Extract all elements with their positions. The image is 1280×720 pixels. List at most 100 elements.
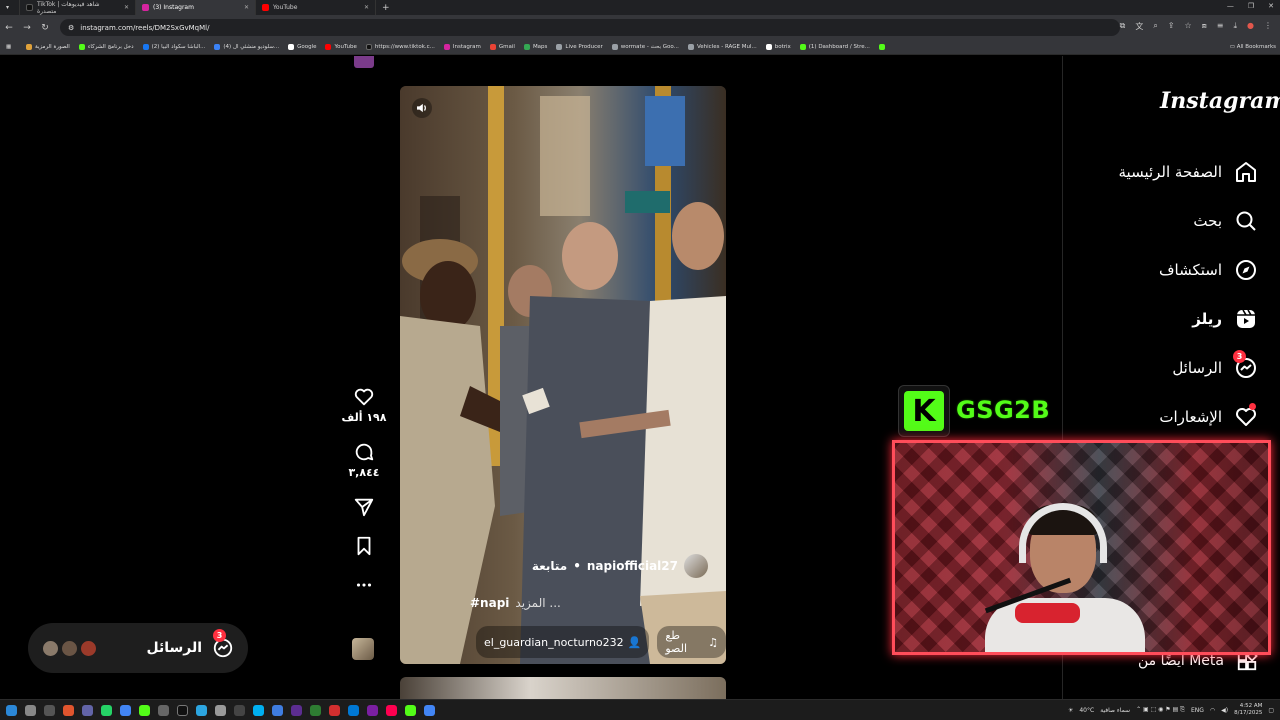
- bookmark-item[interactable]: Maps: [523, 44, 547, 50]
- sound-icon[interactable]: [412, 98, 432, 118]
- notifications-icon[interactable]: ▢: [1268, 707, 1274, 714]
- close-icon[interactable]: ✕: [364, 4, 369, 11]
- tab-instagram[interactable]: (3) Instagram ✕: [136, 0, 256, 15]
- close-window-icon[interactable]: ✕: [1268, 2, 1274, 10]
- bookmark-item[interactable]: الصورة الرمزية: [26, 44, 70, 50]
- author-avatar[interactable]: [684, 554, 708, 578]
- back-icon[interactable]: ←: [0, 23, 18, 33]
- wifi-icon[interactable]: ◠: [1210, 707, 1215, 714]
- task-view-icon[interactable]: [44, 704, 55, 716]
- tray-icons[interactable]: ⌃ ▣ ⬚ ◉ ⚑ ▤ ⎘: [1136, 706, 1185, 714]
- obs-icon[interactable]: [177, 704, 188, 716]
- language-indicator[interactable]: ENG: [1191, 707, 1204, 714]
- bookmark-item[interactable]: [878, 44, 885, 50]
- bookmark-item[interactable]: Gmail: [489, 44, 515, 50]
- new-tab-button[interactable]: +: [376, 3, 396, 13]
- instagram-logo[interactable]: Instagram: [1160, 88, 1280, 114]
- media-icon[interactable]: ≡: [1217, 21, 1224, 32]
- bookmark-item[interactable]: Live Producer: [556, 44, 603, 50]
- bookmark-item[interactable]: Vehicles - RAGE Mul...: [687, 44, 757, 50]
- sidebar-item-home[interactable]: الصفحة الرئيسية: [1119, 160, 1259, 184]
- app-icon[interactable]: [158, 704, 169, 716]
- premiere-icon[interactable]: [291, 704, 302, 716]
- address-bar[interactable]: ⚙ instagram.com/reels/DM2SxGvMqMl/: [60, 19, 1120, 36]
- bookmark-item[interactable]: Instagram: [443, 44, 481, 50]
- whatsapp-icon[interactable]: [101, 704, 112, 716]
- app-icon[interactable]: [329, 704, 340, 716]
- kick-icon[interactable]: [405, 704, 416, 716]
- app-icon[interactable]: [234, 704, 245, 716]
- app-icon[interactable]: [272, 704, 283, 716]
- share-icon[interactable]: ⇪: [1168, 21, 1175, 32]
- zoom-icon[interactable]: ⌕: [1153, 21, 1157, 32]
- comment-button[interactable]: ٣,٨٤٤: [340, 441, 388, 479]
- bookmark-item[interactable]: (1) Dashboard / Stre...: [799, 44, 870, 50]
- audio-thumbnail[interactable]: [352, 638, 374, 660]
- app-icon[interactable]: [215, 704, 226, 716]
- sidebar-item-messages[interactable]: الرسائل 3: [1172, 350, 1258, 380]
- sidebar-item-reels[interactable]: ريلز: [1192, 307, 1258, 331]
- bookmark-item[interactable]: wormate - بحث Goo...: [611, 44, 679, 50]
- sidebar-item-notifications[interactable]: الإشعارات: [1159, 403, 1258, 429]
- bookmark-item[interactable]: botrix: [765, 44, 791, 50]
- reel-caption[interactable]: #napi المزيد ...: [470, 596, 561, 610]
- audio-chip[interactable]: طع الصو ♫: [657, 626, 726, 658]
- caption-hashtag[interactable]: #napi: [470, 596, 509, 610]
- site-info-icon[interactable]: ⚙: [68, 24, 74, 32]
- author-username[interactable]: napiofficial27: [587, 559, 678, 573]
- bookmark-item[interactable]: Google: [288, 44, 316, 50]
- star-icon[interactable]: ☆: [1185, 21, 1192, 32]
- weather-icon[interactable]: ☀: [1068, 707, 1073, 714]
- all-bookmarks[interactable]: ▭ All Bookmarks: [1230, 44, 1276, 50]
- reel-video[interactable]: متابعة • napiofficial27 #napi المزيد ... …: [400, 86, 726, 664]
- chrome-icon[interactable]: [424, 704, 435, 716]
- start-icon[interactable]: [6, 704, 17, 716]
- tab-search-button[interactable]: ▾: [0, 0, 20, 15]
- previous-reel-avatar[interactable]: [354, 56, 374, 68]
- bookmark-item[interactable]: YouTube: [325, 44, 357, 50]
- maximize-icon[interactable]: ❐: [1248, 2, 1254, 10]
- close-icon[interactable]: ✕: [124, 4, 129, 11]
- telegram-icon[interactable]: [196, 704, 207, 716]
- tab-tiktok[interactable]: TikTok | شاهد فيديوهات متصدرة ✕: [20, 0, 136, 15]
- teams-icon[interactable]: [82, 704, 93, 716]
- app-icon[interactable]: [386, 704, 397, 716]
- bookmark-item[interactable]: https://www.tiktok.c...: [365, 44, 435, 50]
- reload-icon[interactable]: ↻: [36, 23, 54, 33]
- follow-button[interactable]: متابعة: [532, 559, 567, 573]
- download-icon[interactable]: ⤓: [1233, 21, 1237, 32]
- kick-icon[interactable]: [139, 704, 150, 716]
- chrome-icon[interactable]: [120, 704, 131, 716]
- messages-pill[interactable]: الرسائل 3: [28, 623, 248, 673]
- bookmark-item[interactable]: (2) الباشا سكواد البيا...: [142, 44, 205, 50]
- close-icon[interactable]: ✕: [244, 4, 249, 11]
- sidebar-item-explore[interactable]: استكشاف: [1159, 258, 1258, 282]
- tab-youtube[interactable]: YouTube ✕: [256, 0, 376, 15]
- skype-icon[interactable]: [253, 704, 264, 716]
- minimize-icon[interactable]: —: [1227, 2, 1234, 10]
- profile-icon[interactable]: ●: [1247, 21, 1254, 32]
- search-icon[interactable]: [25, 704, 36, 716]
- save-button[interactable]: [340, 535, 388, 557]
- app-icon[interactable]: [367, 704, 378, 716]
- tagged-user-chip[interactable]: el_guardian_nocturno232 👤: [476, 626, 650, 658]
- caption-more-link[interactable]: المزيد ...: [515, 596, 560, 610]
- apps-icon[interactable]: ▦: [6, 44, 11, 50]
- share-button[interactable]: [340, 496, 388, 518]
- clock[interactable]: 4:52 AM 8/17/2025: [1234, 703, 1262, 717]
- bookmark-item[interactable]: دخل برنامج الشركاء: [78, 44, 134, 50]
- sidebar-item-search[interactable]: بحث: [1193, 209, 1258, 233]
- volume-icon[interactable]: ◀): [1221, 707, 1228, 714]
- edge-icon[interactable]: [348, 704, 359, 716]
- app-icon[interactable]: [310, 704, 321, 716]
- copilot-icon[interactable]: [63, 704, 74, 716]
- forward-icon[interactable]: →: [18, 23, 36, 33]
- translate-icon[interactable]: 文: [1135, 21, 1143, 32]
- menu-icon[interactable]: ⋮: [1264, 21, 1272, 32]
- like-button[interactable]: ١٩٨ ألف: [340, 386, 388, 424]
- next-reel-preview[interactable]: [400, 677, 726, 699]
- extensions-icon[interactable]: ⧈: [1202, 21, 1207, 32]
- bookmark-item[interactable]: (4) سلوديو منشئي ال...: [214, 44, 279, 50]
- install-icon[interactable]: ⧉: [1120, 21, 1126, 32]
- more-options-button[interactable]: [340, 574, 388, 596]
